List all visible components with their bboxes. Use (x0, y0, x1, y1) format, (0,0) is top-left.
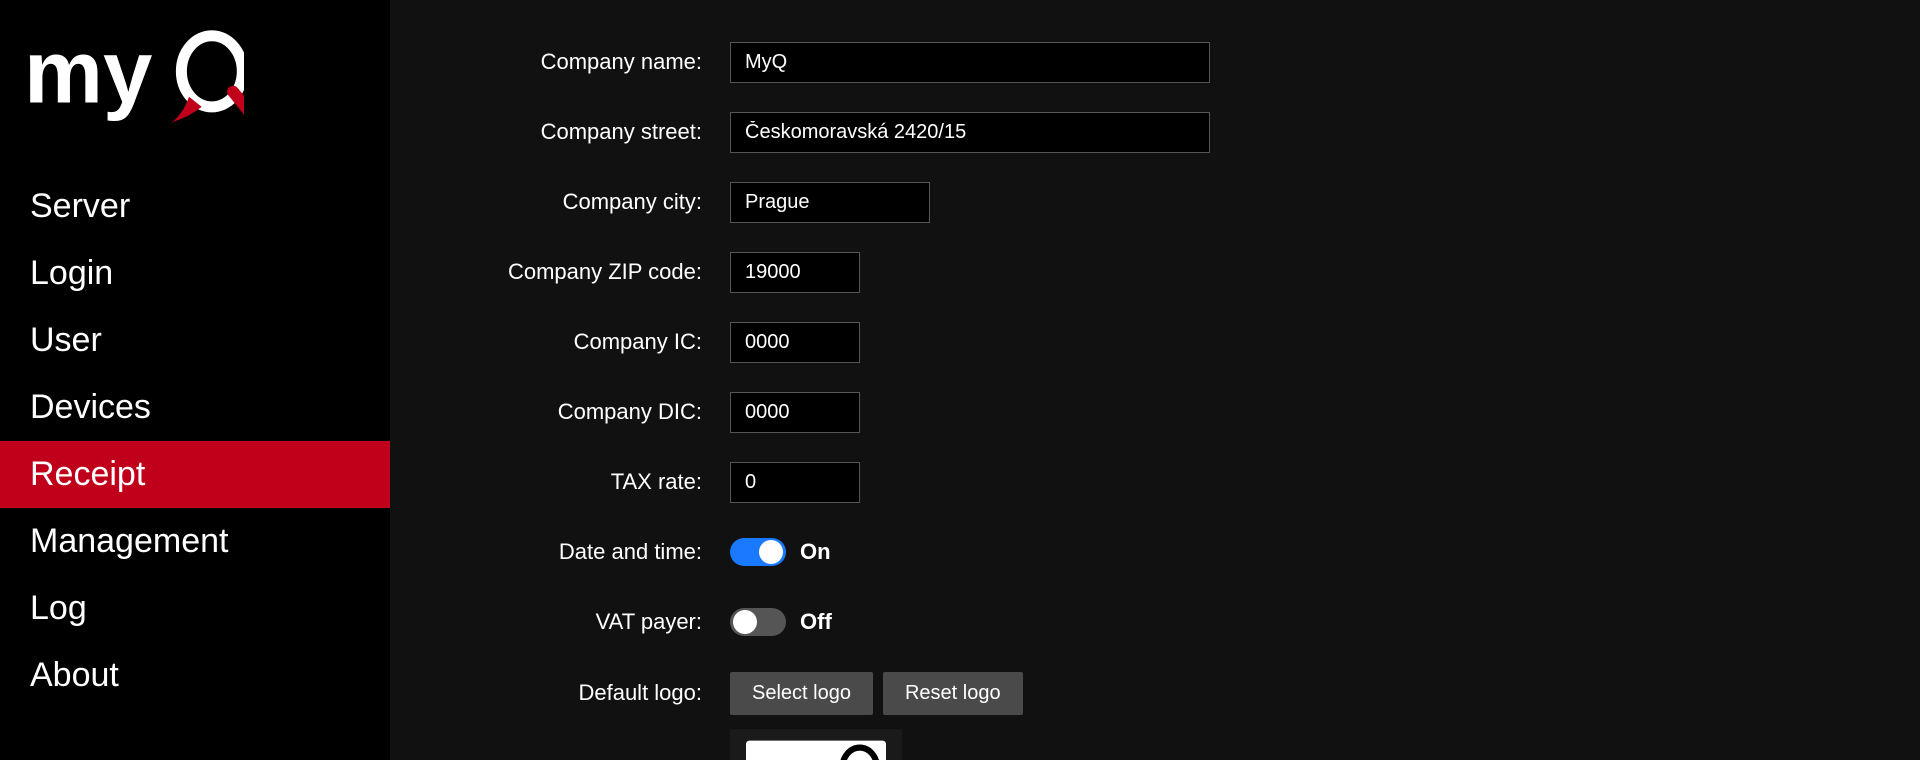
company-zip-row: Company ZIP code: (450, 246, 1860, 298)
tax-rate-row: TAX rate: (450, 456, 1860, 508)
vat-payer-label: VAT payer: (450, 609, 730, 635)
company-city-row: Company city: (450, 176, 1860, 228)
date-time-label: Date and time: (450, 539, 730, 565)
sidebar-item-user[interactable]: User (0, 307, 390, 374)
svg-text:my: my (24, 23, 152, 122)
company-name-input[interactable] (730, 42, 1210, 83)
company-city-label: Company city: (450, 189, 730, 215)
company-ic-label: Company IC: (450, 329, 730, 355)
sidebar-item-devices[interactable]: Devices (0, 374, 390, 441)
app-logo: my (24, 18, 244, 128)
date-time-row: Date and time: On (450, 526, 1860, 578)
vat-payer-toggle-thumb (733, 610, 757, 634)
logo-area: my (0, 0, 390, 163)
reset-logo-button[interactable]: Reset logo (883, 672, 1023, 715)
sidebar-item-receipt[interactable]: Receipt (0, 441, 390, 508)
main-content: Company name: Company street: Company ci… (390, 0, 1920, 760)
nav-list: Server Login User Devices Receipt Manage… (0, 173, 390, 709)
date-time-toggle-label: On (800, 539, 831, 565)
vat-payer-row: VAT payer: Off (450, 596, 1860, 648)
date-time-toggle[interactable] (730, 538, 786, 566)
vat-payer-toggle-container: Off (730, 608, 832, 636)
date-time-toggle-container: On (730, 538, 831, 566)
company-dic-row: Company DIC: (450, 386, 1860, 438)
vat-payer-toggle-label: Off (800, 609, 832, 635)
default-logo-row: Default logo: Select logo Reset logo my (450, 666, 1860, 760)
company-name-row: Company name: (450, 36, 1860, 88)
select-logo-button[interactable]: Select logo (730, 672, 873, 715)
date-time-toggle-thumb (759, 540, 783, 564)
tax-rate-input[interactable] (730, 462, 860, 503)
company-street-label: Company street: (450, 119, 730, 145)
default-logo-label: Default logo: (450, 672, 730, 706)
vat-payer-toggle[interactable] (730, 608, 786, 636)
company-ic-row: Company IC: (450, 316, 1860, 368)
company-dic-label: Company DIC: (450, 399, 730, 425)
svg-text:my: my (750, 745, 816, 760)
sidebar-item-log[interactable]: Log (0, 575, 390, 642)
company-street-row: Company street: (450, 106, 1860, 158)
company-ic-input[interactable] (730, 322, 860, 363)
sidebar-item-about[interactable]: About (0, 642, 390, 709)
sidebar-item-management[interactable]: Management (0, 508, 390, 575)
logo-preview-svg: my (746, 739, 886, 760)
company-zip-input[interactable] (730, 252, 860, 293)
company-street-input[interactable] (730, 112, 1210, 153)
sidebar-item-login[interactable]: Login (0, 240, 390, 307)
company-zip-label: Company ZIP code: (450, 259, 730, 285)
company-dic-input[interactable] (730, 392, 860, 433)
logo-preview: my (730, 729, 902, 760)
company-name-label: Company name: (450, 49, 730, 75)
sidebar-item-server[interactable]: Server (0, 173, 390, 240)
sidebar: my Server Login User Devices Receipt Man… (0, 0, 390, 760)
default-logo-controls: Select logo Reset logo my (730, 672, 1023, 760)
logo-btn-group: Select logo Reset logo (730, 672, 1023, 715)
tax-rate-label: TAX rate: (450, 469, 730, 495)
company-city-input[interactable] (730, 182, 930, 223)
